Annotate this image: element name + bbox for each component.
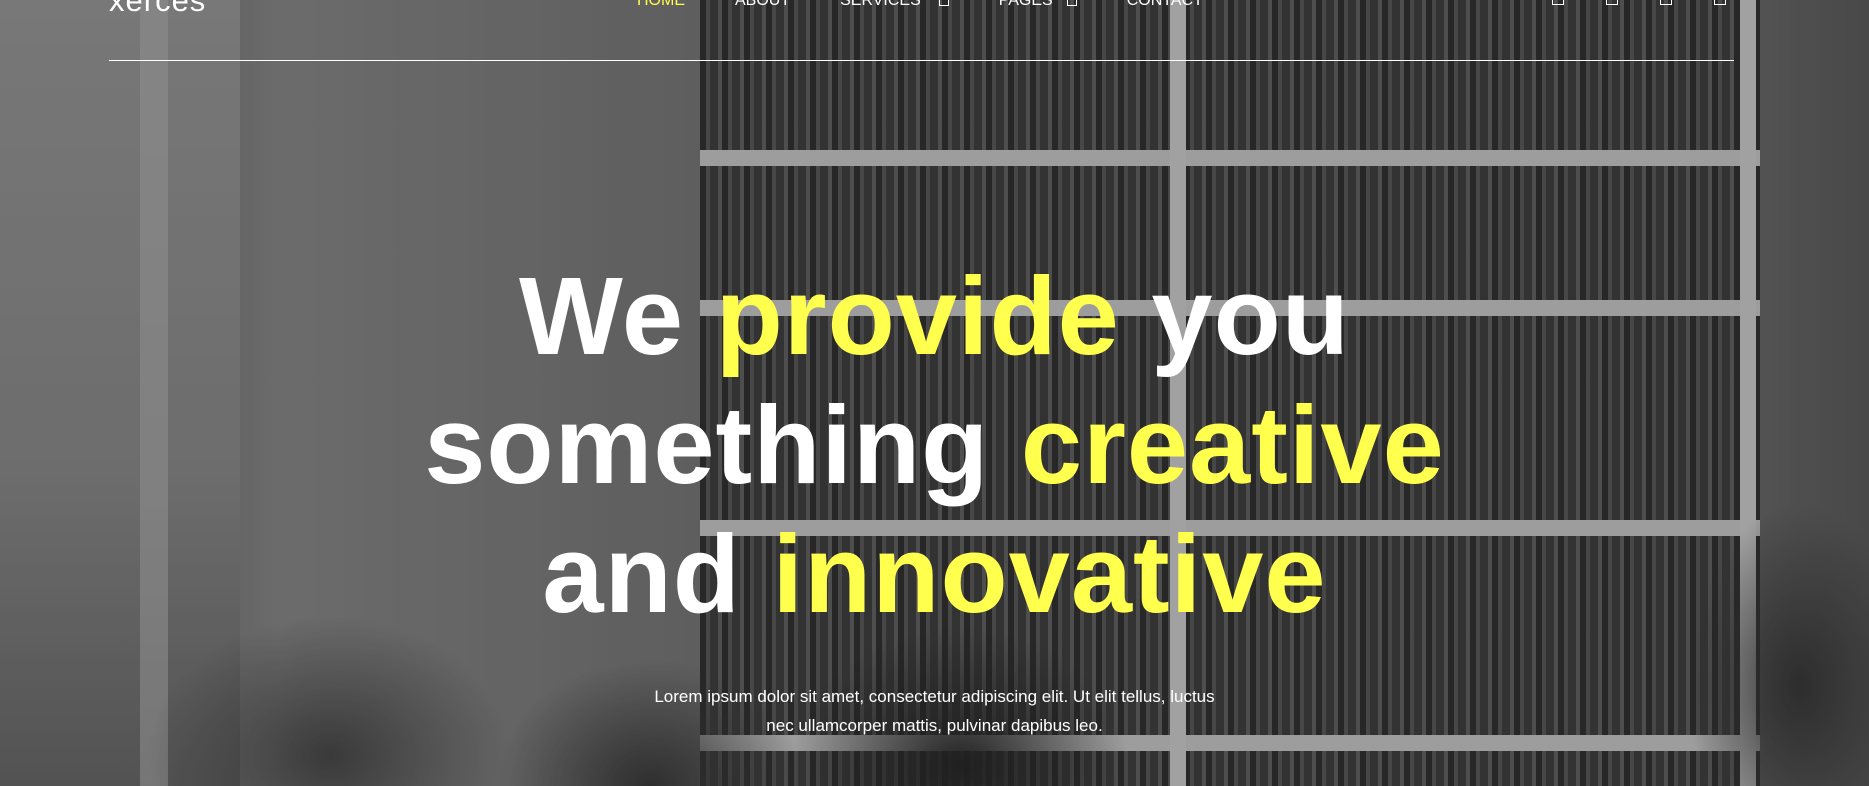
site-header: xerces HOME ABOUT SERVICES PAGES CONTACT	[109, 0, 1734, 61]
nav-services[interactable]: SERVICES	[840, 0, 949, 9]
nav-pages[interactable]: PAGES	[999, 0, 1077, 9]
headline-line-3: and innovative	[0, 510, 1869, 639]
hero-subtitle-line-2: nec ullamcorper mattis, pulvinar dapibus…	[766, 716, 1103, 735]
nav-about-label: ABOUT	[735, 0, 791, 9]
nav-services-label: SERVICES	[840, 0, 921, 9]
nav-home-label: HOME	[637, 0, 685, 9]
nav-contact-label: CONTACT	[1126, 0, 1203, 9]
hero-subtitle-line-1: Lorem ipsum dolor sit amet, consectetur …	[654, 687, 1215, 706]
facebook-icon[interactable]	[1552, 0, 1564, 5]
headline-line-1: We provide you	[0, 252, 1869, 381]
nav-pages-label: PAGES	[998, 0, 1053, 9]
chevron-down-icon	[1066, 0, 1077, 6]
headline-line-2: something creative	[0, 381, 1869, 510]
social-links	[1552, 0, 1726, 5]
chevron-down-icon	[938, 0, 949, 6]
main-nav: HOME ABOUT SERVICES PAGES CONTACT	[637, 0, 1253, 9]
logo[interactable]: xerces	[109, 0, 206, 16]
hero-subtitle: Lorem ipsum dolor sit amet, consectetur …	[0, 682, 1869, 740]
headline-highlight: innovative	[772, 513, 1327, 636]
instagram-icon[interactable]	[1660, 0, 1672, 5]
headline-text: you	[1119, 255, 1350, 378]
headline-highlight: provide	[715, 255, 1120, 378]
hero-section: xerces HOME ABOUT SERVICES PAGES CONTACT	[0, 0, 1869, 786]
headline-text: something	[424, 384, 1021, 507]
headline-text: We	[518, 255, 716, 378]
nav-home[interactable]: HOME	[637, 0, 685, 9]
headline-text: and	[542, 513, 773, 636]
linkedin-icon[interactable]	[1714, 0, 1726, 5]
headline-highlight: creative	[1020, 384, 1445, 507]
twitter-icon[interactable]	[1606, 0, 1618, 5]
hero-headline: We provide you something creative and in…	[0, 252, 1869, 639]
nav-about[interactable]: ABOUT	[735, 0, 790, 9]
nav-contact[interactable]: CONTACT	[1127, 0, 1203, 9]
